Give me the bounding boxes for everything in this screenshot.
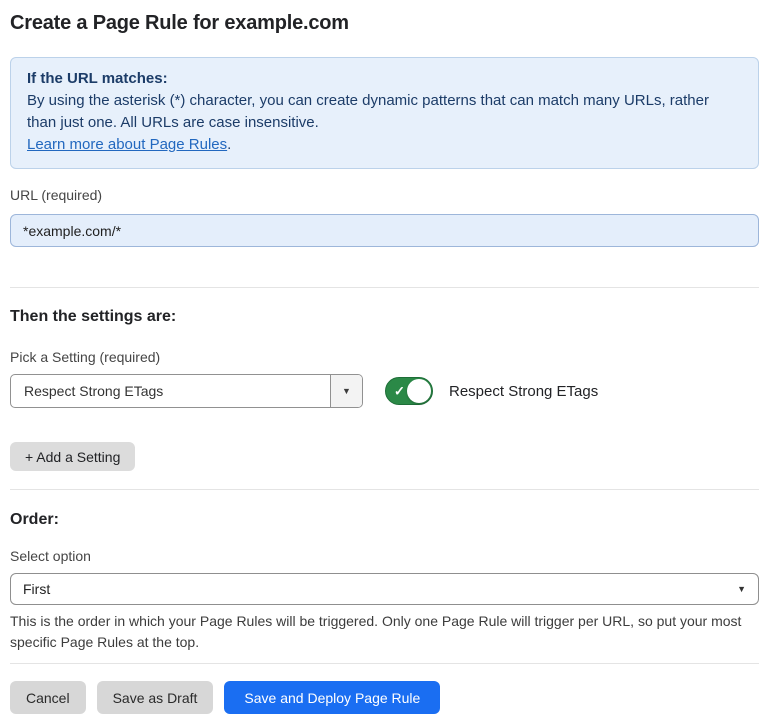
toggle-knob — [407, 379, 431, 403]
select-caret-icon: ▼ — [737, 584, 746, 594]
setting-select[interactable]: Respect Strong ETags ▼ — [10, 374, 363, 408]
section-divider — [10, 489, 759, 490]
url-input[interactable] — [10, 214, 759, 247]
info-box-body: By using the asterisk (*) character, you… — [27, 90, 742, 134]
footer-divider — [10, 663, 759, 664]
footer-actions: Cancel Save as Draft Save and Deploy Pag… — [10, 681, 759, 714]
add-setting-button[interactable]: + Add a Setting — [10, 442, 135, 471]
info-box-link-line: Learn more about Page Rules. — [27, 134, 742, 156]
dropdown-arrow-icon: ▼ — [330, 375, 362, 407]
save-deploy-button[interactable]: Save and Deploy Page Rule — [224, 681, 440, 714]
order-select-value: First — [23, 581, 50, 597]
setting-row: Respect Strong ETags ▼ ✓ Respect Strong … — [10, 374, 759, 408]
order-select[interactable]: First ▼ — [10, 573, 759, 605]
toggle-label: Respect Strong ETags — [449, 383, 598, 400]
etags-toggle[interactable]: ✓ — [385, 377, 433, 405]
order-select-label: Select option — [10, 547, 759, 565]
link-suffix: . — [227, 136, 231, 153]
url-match-info-box: If the URL matches: By using the asteris… — [10, 57, 759, 169]
check-icon: ✓ — [394, 385, 405, 398]
page-rule-form: Create a Page Rule for example.com If th… — [0, 10, 769, 714]
order-section-heading: Order: — [10, 510, 759, 530]
save-draft-button[interactable]: Save as Draft — [97, 681, 214, 714]
learn-more-link[interactable]: Learn more about Page Rules — [27, 136, 227, 153]
setting-select-value: Respect Strong ETags — [11, 375, 163, 407]
pick-setting-label: Pick a Setting (required) — [10, 348, 759, 366]
settings-section-heading: Then the settings are: — [10, 307, 759, 327]
cancel-button[interactable]: Cancel — [10, 681, 86, 714]
section-divider — [10, 287, 759, 288]
order-help-text: This is the order in which your Page Rul… — [10, 611, 759, 653]
url-field-label: URL (required) — [10, 186, 759, 204]
page-title: Create a Page Rule for example.com — [10, 10, 759, 36]
info-box-heading: If the URL matches: — [27, 68, 742, 90]
